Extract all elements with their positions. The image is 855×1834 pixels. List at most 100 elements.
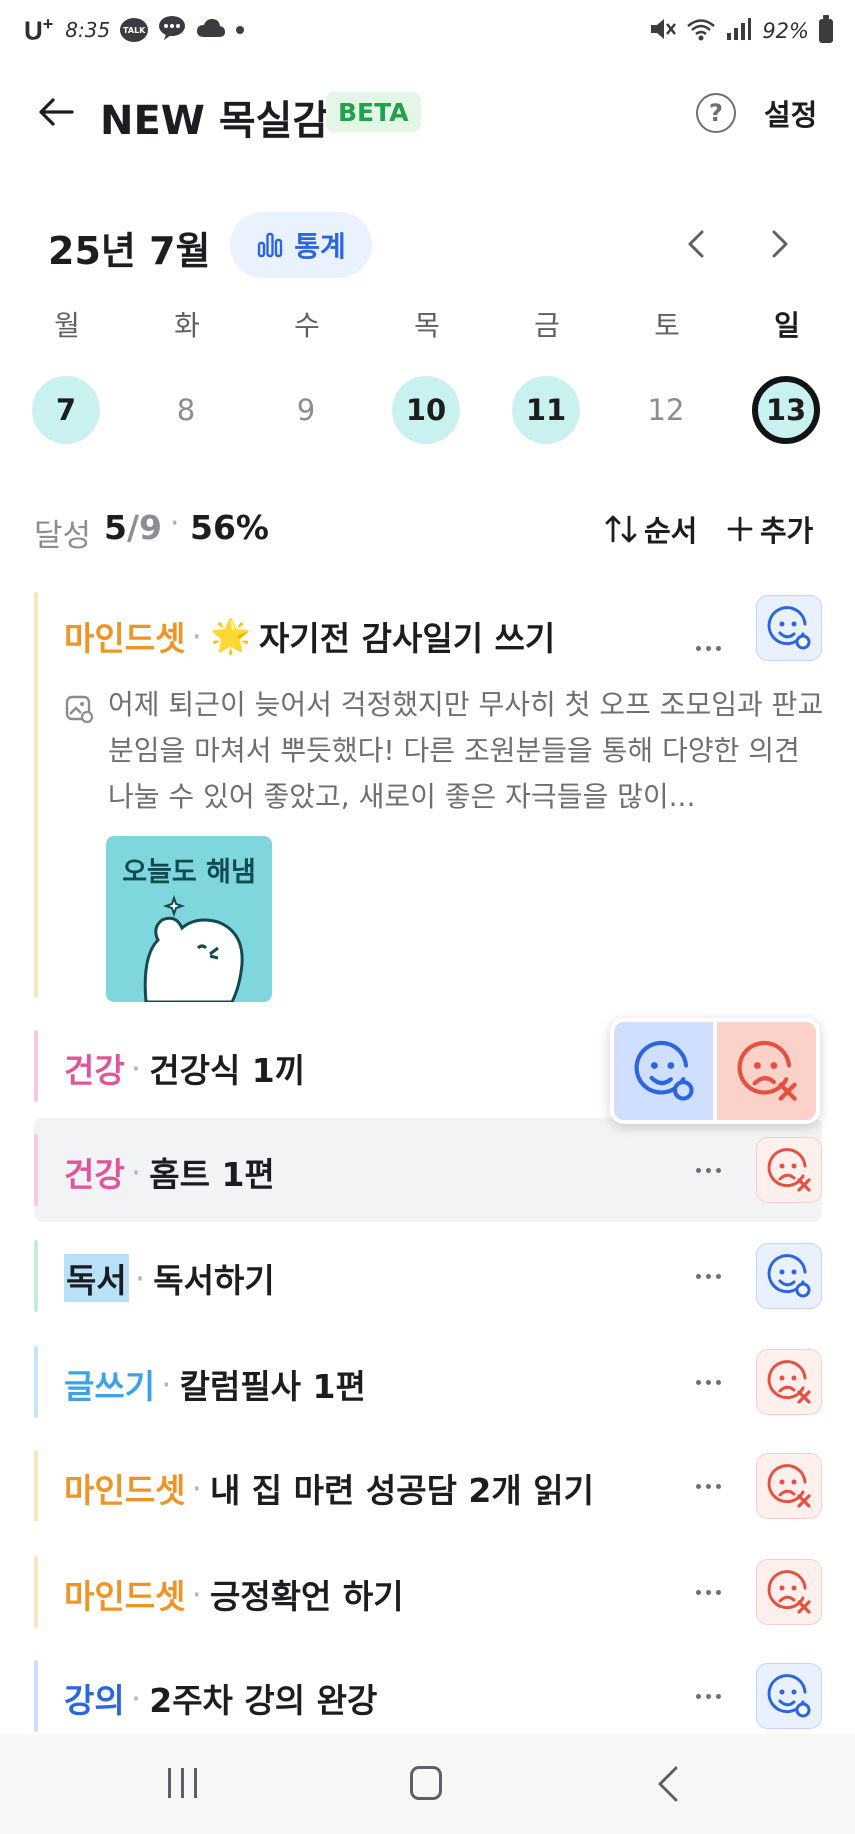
task-name: 2주차 강의 완강 [149, 1681, 378, 1720]
status-bar: U+ 8:35 TALK 92% [0, 0, 855, 62]
date-number: 8 [176, 393, 196, 427]
notification-dot [236, 26, 245, 35]
battery-icon [819, 15, 833, 43]
weekday-label: 일 [774, 309, 800, 342]
status-left: U+ 8:35 TALK [24, 14, 245, 47]
category-bar [34, 1556, 38, 1628]
back-button[interactable] [34, 90, 78, 134]
task-name: 긍정확언 하기 [209, 1577, 404, 1616]
recent-apps-button[interactable] [168, 1768, 197, 1798]
task-item[interactable]: 강의 · 2주차 강의 완강 [34, 1660, 822, 1732]
settings-button[interactable]: 설정 [764, 92, 817, 134]
date-number-today: 13 [752, 376, 820, 444]
category-bar [34, 592, 38, 998]
achievement-label: 달성 [34, 518, 92, 554]
sparkle-emoji: 🌟 [209, 616, 252, 655]
add-task-button[interactable]: 추가 [726, 508, 813, 550]
day-fri[interactable]: 금 11 [512, 306, 582, 444]
task-title: 글쓰기 · 칼럼필사 1편 [64, 1360, 366, 1408]
more-options-button[interactable] [686, 1254, 730, 1298]
task-category: 건강 [64, 1155, 125, 1194]
task-item[interactable]: 독서 · 독서하기 [34, 1240, 822, 1312]
signal-icon [726, 17, 752, 45]
category-bar [34, 1450, 38, 1522]
more-options-button[interactable] [686, 1148, 730, 1192]
stats-button[interactable]: 통계 [230, 212, 372, 278]
stats-label: 통계 [294, 230, 346, 263]
task-title: 강의 · 2주차 강의 완강 [64, 1674, 377, 1722]
more-options-button[interactable] [686, 626, 730, 670]
clock: 8:35 [65, 18, 111, 43]
task-item[interactable]: 마인드셋 · 🌟 자기전 감사일기 쓰기 어제 퇴근이 늦어서 걱정했지만 무사… [34, 592, 824, 1002]
more-options-button[interactable] [686, 1360, 730, 1404]
status-fail-button[interactable] [756, 1349, 822, 1415]
task-title: 마인드셋 · 내 집 마련 성공담 2개 읽기 [64, 1464, 594, 1512]
status-fail-button[interactable] [756, 1137, 822, 1203]
status-fail-button[interactable] [756, 1559, 822, 1625]
task-name: 건강식 1끼 [149, 1051, 306, 1090]
popup-fail-option[interactable] [717, 1022, 816, 1120]
weekday-label: 월 [54, 309, 80, 342]
date-number: 11 [512, 376, 580, 444]
sad-face-x-icon [767, 1360, 811, 1404]
arrow-left-icon [39, 98, 74, 126]
carrier-label: U+ [24, 14, 54, 46]
status-fail-button[interactable] [756, 1453, 822, 1519]
smile-face-check-icon [767, 1254, 811, 1298]
separator-dot: · [130, 1152, 142, 1192]
smile-face-check-icon [767, 606, 811, 650]
weekday-label: 목 [414, 309, 440, 342]
weekday-label: 금 [534, 309, 560, 342]
next-week-button[interactable] [760, 224, 800, 264]
status-success-button[interactable] [756, 1663, 822, 1729]
popup-success-option[interactable] [614, 1022, 713, 1120]
more-options-button[interactable] [686, 1464, 730, 1508]
wifi-icon [686, 17, 716, 45]
task-title: 건강 · 홈트 1편 [64, 1148, 275, 1196]
task-title: 독서 · 독서하기 [64, 1254, 275, 1302]
task-category: 글쓰기 [64, 1367, 156, 1406]
achievement-count: 5/9 [104, 508, 162, 547]
task-name: 자기전 감사일기 쓰기 [259, 619, 556, 658]
task-category: 독서 [64, 1254, 129, 1302]
smile-face-check-icon [634, 1040, 694, 1101]
task-item[interactable]: 마인드셋 · 긍정확언 하기 [34, 1556, 822, 1628]
status-success-button[interactable] [756, 595, 822, 661]
battery-percent: 92% [762, 19, 809, 43]
sad-face-x-icon [767, 1464, 811, 1508]
more-options-button[interactable] [686, 1570, 730, 1614]
separator-dot: · [191, 1468, 202, 1508]
category-bar [34, 1240, 38, 1312]
status-right: 92% [648, 15, 833, 46]
day-wed[interactable]: 수 9 [272, 306, 342, 444]
date-number: 9 [296, 393, 316, 427]
bar-chart-icon [258, 232, 283, 258]
task-name: 칼럼필사 1편 [179, 1367, 366, 1406]
thumbs-up-character-icon [143, 894, 244, 1002]
task-name: 독서하기 [153, 1261, 275, 1300]
day-tue[interactable]: 화 8 [152, 306, 222, 444]
memo-text: 어제 퇴근이 늦어서 걱정했지만 무사히 첫 오프 조모임과 판교분임을 마쳐서… [108, 688, 824, 813]
task-item[interactable]: 글쓰기 · 칼럼필사 1편 [34, 1346, 822, 1418]
beta-badge: BETA [326, 92, 421, 132]
more-options-button[interactable] [686, 1674, 730, 1718]
day-sun[interactable]: 일 13 [752, 306, 822, 444]
day-mon[interactable]: 월 7 [32, 306, 102, 444]
home-button[interactable] [410, 1766, 442, 1800]
separator-dot: · [134, 1258, 146, 1298]
separator-dot: · [161, 1364, 172, 1404]
prev-week-button[interactable] [676, 224, 716, 264]
status-success-button[interactable] [756, 1243, 822, 1309]
help-button[interactable]: ? [696, 93, 736, 133]
category-bar [34, 1660, 38, 1732]
month-navigator: 25년 7월 통계 [0, 208, 855, 280]
sort-order-button[interactable]: 순서 [604, 508, 697, 550]
system-back-button[interactable] [650, 1764, 690, 1804]
task-item[interactable]: 마인드셋 · 내 집 마련 성공담 2개 읽기 [34, 1450, 822, 1522]
day-thu[interactable]: 목 10 [392, 306, 462, 444]
add-label: 추가 [760, 514, 814, 548]
task-item[interactable]: 건강 · 홈트 1편 [34, 1134, 822, 1206]
day-sat[interactable]: 토 12 [632, 306, 702, 444]
sticker-image[interactable]: 오늘도 해냄 [106, 836, 272, 1002]
plus-icon [727, 516, 753, 542]
